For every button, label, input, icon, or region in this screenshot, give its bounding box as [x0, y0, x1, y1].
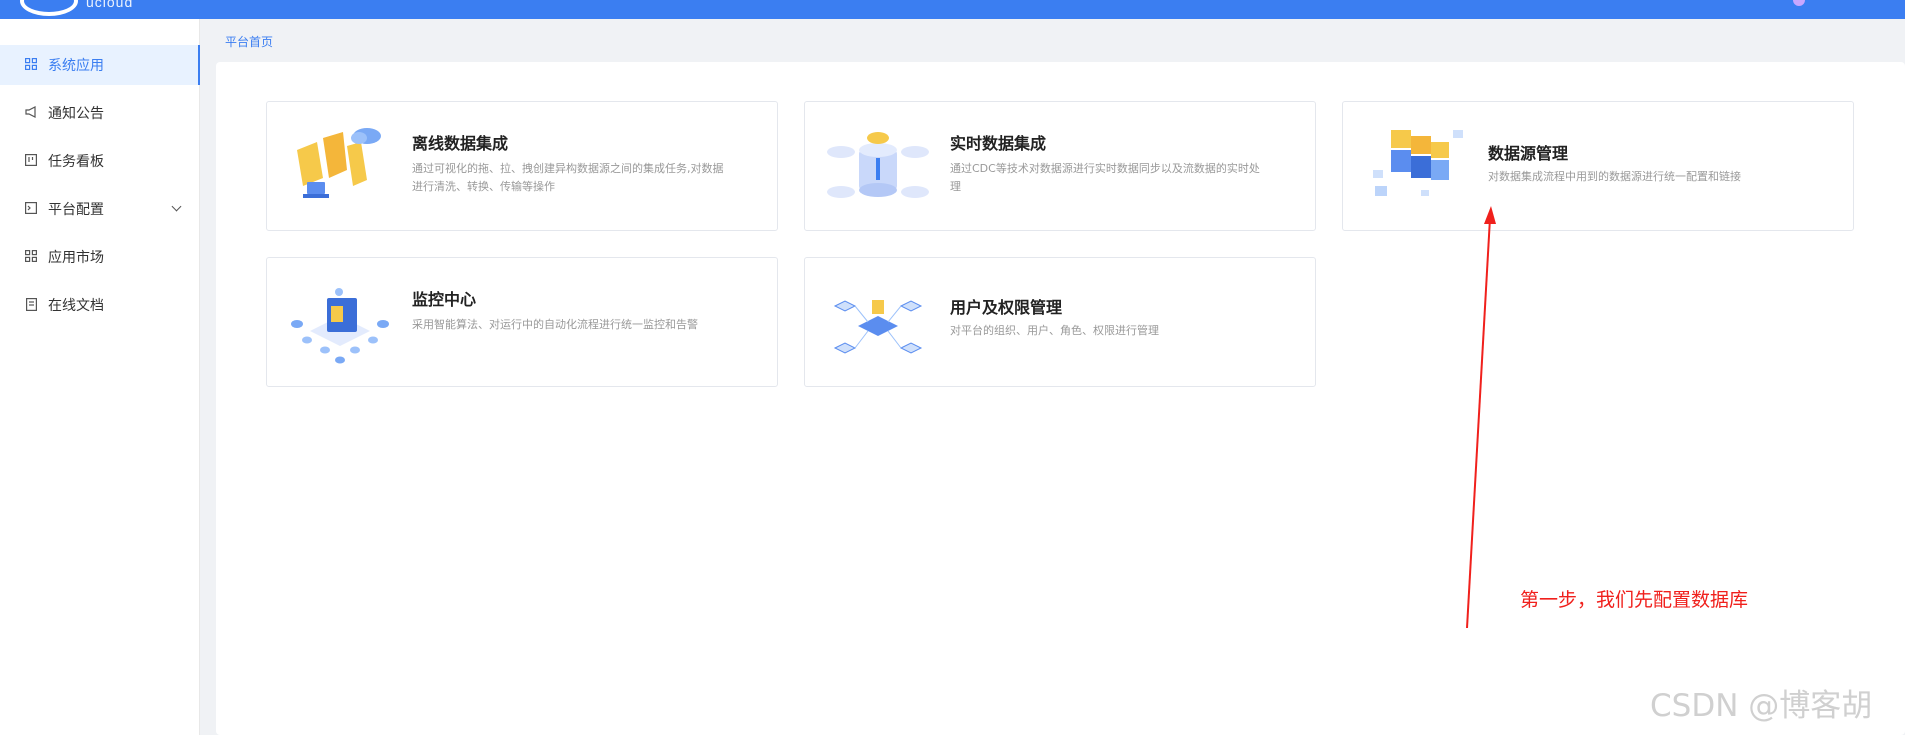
- sidebar-item-label: 任务看板: [48, 154, 104, 170]
- datasource-illustration-icon: [1373, 130, 1463, 196]
- sidebar-item-online-docs[interactable]: 在线文档: [0, 285, 200, 325]
- grid-icon: [24, 58, 38, 72]
- breadcrumb[interactable]: 平台首页: [225, 33, 273, 50]
- document-icon: [24, 298, 38, 312]
- card-description: 对平台的组织、用户、角色、权限进行管理: [950, 324, 1159, 337]
- sidebar-item-label: 系统应用: [48, 58, 104, 74]
- megaphone-icon: [24, 106, 38, 120]
- realtime-illustration-icon: [827, 132, 929, 198]
- monitoring-illustration-icon: [291, 288, 389, 364]
- card-offline-integration[interactable]: 离线数据集成 通过可视化的拖、拉、拽创建异构数据源之间的集成任务,对数据进行清洗…: [266, 101, 778, 231]
- user-permission-illustration-icon: [833, 300, 923, 354]
- terminal-icon: [24, 202, 38, 216]
- chevron-down-icon[interactable]: [171, 201, 182, 212]
- avatar[interactable]: [1793, 0, 1805, 6]
- kanban-icon: [24, 154, 38, 168]
- card-description: 对数据集成流程中用到的数据源进行统一配置和链接: [1488, 170, 1741, 183]
- sidebar: 系统应用 通知公告 任务看板 平台配置 应用市场 在线文档: [0, 19, 200, 735]
- card-title: 实时数据集成: [950, 134, 1047, 153]
- card-title: 离线数据集成: [412, 134, 509, 153]
- sidebar-item-label: 平台配置: [48, 202, 104, 218]
- sidebar-item-label: 应用市场: [48, 250, 104, 266]
- card-description: 通过CDC等技术对数据源进行实时数据同步以及流数据的实时处理: [950, 162, 1260, 193]
- sidebar-item-label: 通知公告: [48, 106, 104, 122]
- top-bar: ucloud: [0, 0, 1905, 19]
- sidebar-item-platform-config[interactable]: 平台配置: [0, 189, 200, 229]
- sidebar-item-notice[interactable]: 通知公告: [0, 93, 200, 133]
- logo-icon[interactable]: [20, 0, 78, 16]
- card-title: 监控中心: [412, 290, 477, 309]
- card-realtime-integration[interactable]: 实时数据集成 通过CDC等技术对数据源进行实时数据同步以及流数据的实时处理: [804, 101, 1316, 231]
- card-title: 数据源管理: [1488, 144, 1569, 163]
- card-datasource-management[interactable]: 数据源管理 对数据集成流程中用到的数据源进行统一配置和链接: [1342, 101, 1854, 231]
- annotation-text: 第一步，我们先配置数据库: [1520, 589, 1749, 611]
- watermark: CSDN @博客胡: [1650, 688, 1873, 724]
- logo-text: ucloud: [86, 0, 134, 10]
- card-description: 通过可视化的拖、拉、拽创建异构数据源之间的集成任务,对数据进行清洗、转换、传输等…: [412, 162, 724, 193]
- sidebar-item-system-apps[interactable]: 系统应用: [0, 45, 200, 85]
- main-content: 离线数据集成 通过可视化的拖、拉、拽创建异构数据源之间的集成任务,对数据进行清洗…: [216, 62, 1905, 735]
- card-title: 用户及权限管理: [950, 298, 1063, 317]
- sidebar-item-task-board[interactable]: 任务看板: [0, 141, 200, 181]
- sidebar-item-label: 在线文档: [48, 298, 104, 314]
- etl-illustration-icon: [297, 128, 381, 198]
- card-description: 采用智能算法、对运行中的自动化流程进行统一监控和告警: [412, 318, 698, 331]
- card-user-permission-management[interactable]: 用户及权限管理 对平台的组织、用户、角色、权限进行管理: [804, 257, 1316, 387]
- grid-icon: [24, 250, 38, 264]
- card-monitoring-center[interactable]: 监控中心 采用智能算法、对运行中的自动化流程进行统一监控和告警: [266, 257, 778, 387]
- sidebar-item-app-market[interactable]: 应用市场: [0, 237, 200, 277]
